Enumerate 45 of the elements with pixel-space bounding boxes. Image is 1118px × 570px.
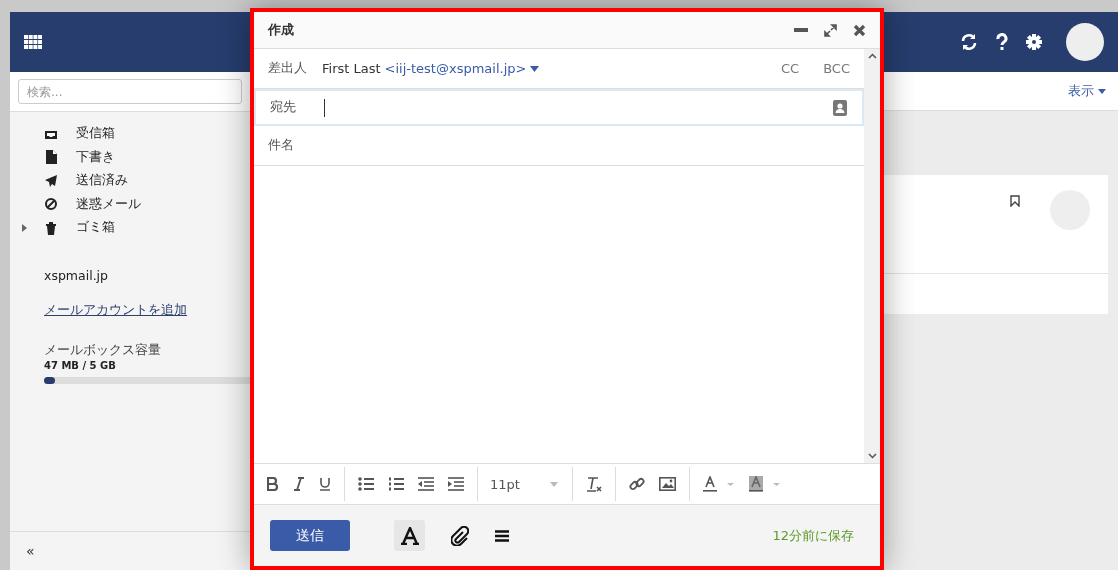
menu-icon[interactable] (495, 529, 509, 542)
paperclip-icon[interactable] (451, 525, 469, 546)
search-field[interactable]: 検索... (18, 79, 242, 104)
add-account-link[interactable]: メールアカウントを追加 (44, 300, 187, 319)
prohibited-icon (44, 197, 58, 212)
bookmark-icon[interactable] (1010, 195, 1020, 207)
close-icon[interactable] (853, 23, 866, 37)
folder-item[interactable]: 下書き (22, 145, 121, 169)
caret-icon (549, 481, 558, 487)
caret-icon (1098, 88, 1106, 94)
formatting-toggle[interactable] (394, 520, 425, 551)
subject-field[interactable]: 件名 (254, 126, 864, 166)
scroll-down-icon[interactable] (867, 453, 877, 459)
help-icon[interactable] (996, 33, 1008, 51)
refresh-icon[interactable] (960, 33, 978, 51)
settings-icon[interactable] (1026, 34, 1042, 50)
letter-a-icon (400, 526, 419, 545)
view-menu[interactable]: 表示 (1068, 82, 1106, 100)
send-button[interactable]: 送信 (270, 520, 350, 551)
save-status: 12分前に保存 (772, 526, 854, 545)
expand-icon[interactable] (824, 23, 837, 37)
scrollbar[interactable] (864, 49, 880, 463)
folder-item[interactable]: 受信箱 (22, 122, 121, 146)
dialog-title: 作成 (268, 21, 294, 39)
folder-item[interactable]: 迷惑メール (22, 192, 147, 216)
quota-usage: 47 MB / 5 GB (44, 359, 116, 371)
account-name: xspmail.jp (44, 267, 108, 283)
contact-book-icon[interactable] (832, 99, 848, 116)
expand-icon[interactable] (22, 223, 27, 232)
sender-selector[interactable]: First Last <iij-test@xspmail.jp> (322, 61, 540, 76)
avatar[interactable] (1066, 23, 1104, 61)
font-size-dropdown[interactable]: 11pt (484, 476, 566, 492)
from-label: 差出人 (268, 60, 308, 77)
cc-link[interactable]: CC (781, 61, 800, 76)
apps-grid-icon[interactable] (24, 35, 42, 49)
recipient-field[interactable]: 宛先 (254, 89, 864, 126)
scroll-up-icon[interactable] (867, 53, 877, 59)
folder-item[interactable]: 送信済み (22, 169, 134, 193)
quota-label: メールボックス容量 (44, 340, 161, 359)
document-icon (44, 150, 58, 165)
bcc-link[interactable]: BCC (823, 61, 850, 76)
folder-item[interactable]: ゴミ箱 (22, 216, 121, 240)
trash-icon (44, 220, 58, 235)
paper-plane-icon (44, 173, 58, 188)
collapse-sidebar-button[interactable]: « (26, 543, 35, 559)
